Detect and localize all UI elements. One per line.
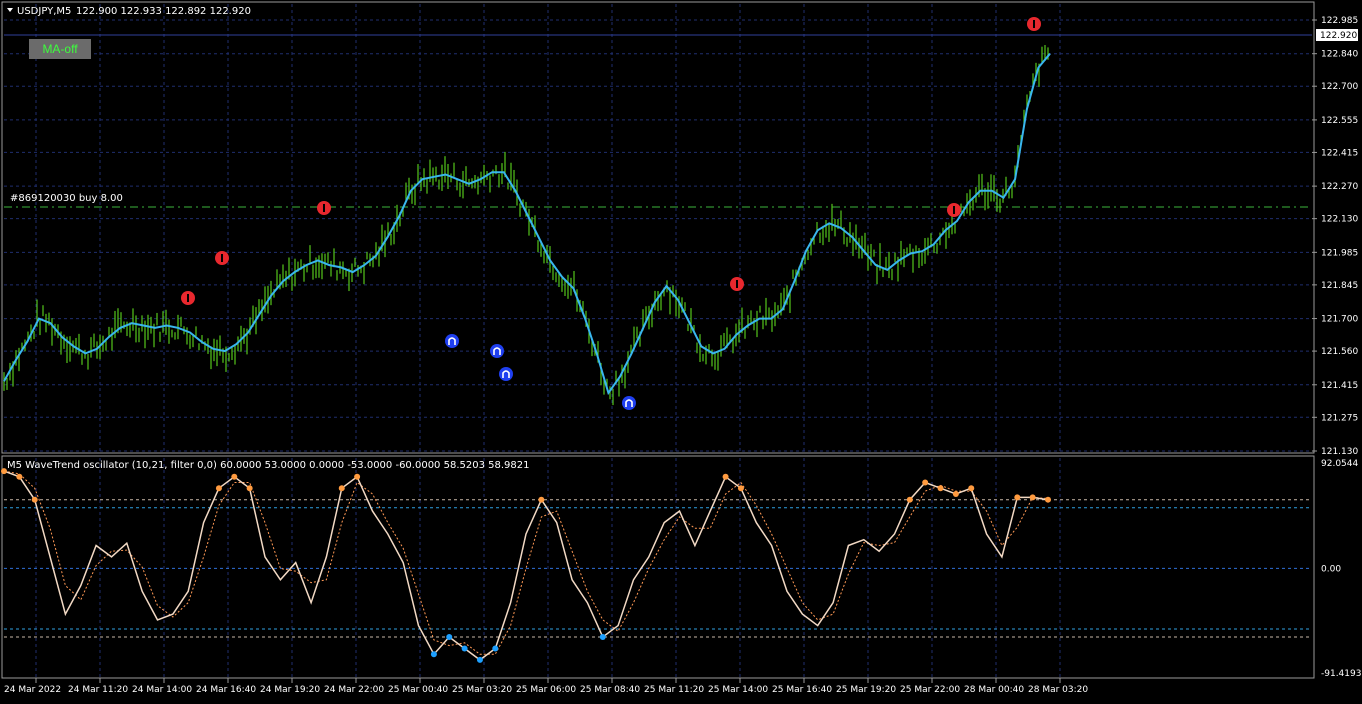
time-tick-label: 24 Mar 14:00 <box>132 685 192 695</box>
price-tick-label: 121.560 <box>1321 347 1358 357</box>
oscillator-dot <box>16 473 23 480</box>
time-tick-label: 24 Mar 16:40 <box>196 685 256 695</box>
price-tick-label: 122.840 <box>1321 50 1358 60</box>
oscillator-tick-label: -91.4193 <box>1321 669 1361 679</box>
price-tick-label: 122.130 <box>1321 215 1358 225</box>
time-tick-label: 25 Mar 22:00 <box>900 685 960 695</box>
time-tick-label: 24 Mar 11:20 <box>68 685 128 695</box>
oscillator-dot <box>215 485 222 492</box>
buy-arrow-icon[interactable] <box>445 334 459 348</box>
chart-window[interactable]: #869120030 buy 8.00 122.985 122.840 122.70… <box>0 0 1362 700</box>
oscillator-dot <box>937 485 944 492</box>
buy-arrow-icon[interactable] <box>622 396 636 410</box>
buy-arrow-icon[interactable] <box>499 367 513 381</box>
oscillator-dot <box>1014 494 1021 501</box>
oscillator-dot <box>231 473 238 480</box>
time-tick-label: 25 Mar 00:40 <box>388 685 448 695</box>
oscillator-dot <box>492 645 499 652</box>
oscillator-tick-label: 0.00 <box>1321 564 1341 574</box>
chart-header: USDJPY,M5 122.900 122.933 122.892 122.92… <box>7 6 251 17</box>
price-tick-label: 121.985 <box>1321 248 1358 258</box>
ma-toggle-button[interactable]: MA-off <box>29 39 91 59</box>
oscillator-cross-dots <box>1 468 1051 663</box>
time-tick-label: 25 Mar 06:00 <box>516 685 576 695</box>
oscillator-dot <box>952 490 959 497</box>
oscillator-dot <box>538 496 545 503</box>
oscillator-dot <box>1029 494 1036 501</box>
oscillator-dot <box>599 634 606 641</box>
oscillator-dot <box>461 645 468 652</box>
oscillator-dot <box>246 485 253 492</box>
oscillator-dot <box>968 485 975 492</box>
oscillator-tick-label: 92.0544 <box>1321 459 1358 469</box>
price-tick-label: 122.985 <box>1321 16 1358 26</box>
oscillator-dot <box>338 485 345 492</box>
oscillator-title: M5 WaveTrend oscillator (10,21, filter 0… <box>7 460 530 471</box>
price-panel-frame <box>1 1 1315 454</box>
price-tick-label: 122.700 <box>1321 82 1358 92</box>
price-tick-label: 121.845 <box>1321 281 1358 291</box>
time-tick-label: 25 Mar 19:20 <box>836 685 896 695</box>
time-tick-label: 25 Mar 14:00 <box>708 685 768 695</box>
oscillator-dot <box>446 634 453 641</box>
time-tick-label: 25 Mar 03:20 <box>452 685 512 695</box>
oscillator-signal-line <box>3 470 1049 655</box>
oscillator-levels <box>4 499 1312 638</box>
price-tick-label: 122.270 <box>1321 182 1358 192</box>
oscillator-dot <box>476 656 483 663</box>
time-tick-label: 25 Mar 08:40 <box>580 685 640 695</box>
oscillator-dot <box>430 651 437 658</box>
oscillator-dot <box>922 479 929 486</box>
oscillator-panel-frame <box>1 455 1315 679</box>
time-tick-label: 24 Mar 19:20 <box>260 685 320 695</box>
chart-canvas[interactable]: #869120030 buy 8.00 122.985 122.840 122.70… <box>0 0 1362 700</box>
buy-arrow-icon[interactable] <box>490 344 504 358</box>
price-tick-label: 121.275 <box>1321 413 1358 423</box>
order-line-label: #869120030 buy 8.00 <box>10 193 123 204</box>
current-price-label: 122.920 <box>1320 31 1357 41</box>
oscillator-dot <box>1045 496 1051 503</box>
oscillator-dot <box>31 496 38 503</box>
price-tick-label: 121.130 <box>1321 447 1358 457</box>
moving-average-line <box>3 53 1051 396</box>
time-tick-label: 24 Mar 22:00 <box>324 685 384 695</box>
time-axis: 24 Mar 2022 24 Mar 11:20 24 Mar 14:00 24 Ma… <box>4 678 1088 695</box>
oscillator-dot <box>722 473 729 480</box>
time-tick-label: 28 Mar 00:40 <box>964 685 1024 695</box>
oscillator-dot <box>906 496 913 503</box>
oscillator-dot <box>737 485 744 492</box>
price-axis: 122.985 122.840 122.700 122.555 122.415 122.2… <box>1312 16 1358 457</box>
price-tick-label: 121.700 <box>1321 315 1358 325</box>
time-tick-label: 28 Mar 03:20 <box>1028 685 1088 695</box>
dropdown-triangle-icon[interactable] <box>7 8 13 12</box>
order-line[interactable]: #869120030 buy 8.00 <box>4 193 1312 208</box>
time-tick-label: 25 Mar 11:20 <box>644 685 704 695</box>
oscillator-axis: 92.0544 0.00 -91.4193 <box>1321 459 1361 679</box>
price-tick-label: 121.415 <box>1321 381 1358 391</box>
price-tick-label: 122.555 <box>1321 116 1358 126</box>
price-tick-label: 122.415 <box>1321 148 1358 158</box>
time-tick-label: 25 Mar 16:40 <box>772 685 832 695</box>
ohlc-label: 122.900 122.933 122.892 122.920 <box>76 6 251 17</box>
time-tick-label: 24 Mar 2022 <box>4 685 61 695</box>
oscillator-dot <box>354 473 361 480</box>
symbol-label: USDJPY,M5 <box>17 6 71 17</box>
